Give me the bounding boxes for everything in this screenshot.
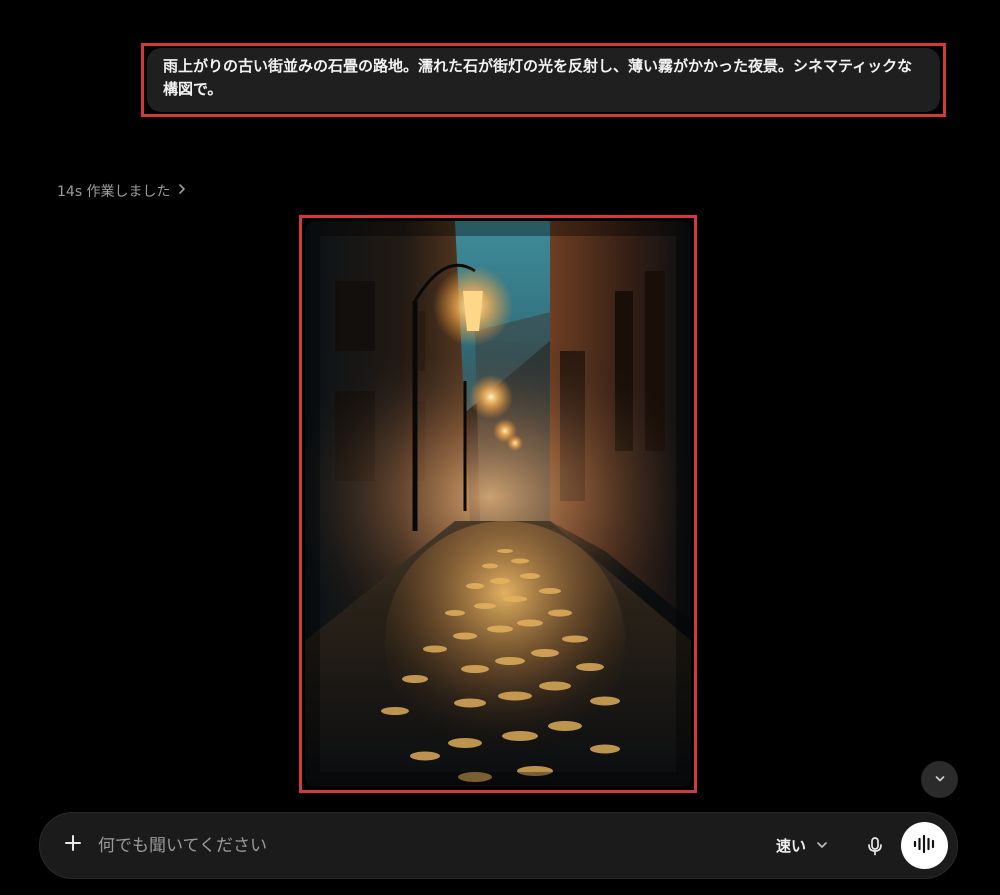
scroll-down-button[interactable] xyxy=(921,761,958,798)
attach-button[interactable] xyxy=(60,832,86,858)
voice-mode-button[interactable] xyxy=(901,822,948,869)
voice-waveform-icon xyxy=(912,833,938,859)
model-label: 速い xyxy=(776,837,807,855)
user-message-text: 雨上がりの古い街並みの石畳の路地。濡れた石が街灯の光を反射し、薄い霧がかかった夜… xyxy=(163,57,913,98)
microphone-button[interactable] xyxy=(864,835,886,857)
arrow-down-icon xyxy=(934,770,946,789)
generated-image[interactable] xyxy=(305,221,691,787)
chat-page: 雨上がりの古い街並みの石畳の路地。濡れた石が街灯の光を反射し、薄い霧がかかった夜… xyxy=(0,0,1000,895)
prompt-input[interactable] xyxy=(98,831,698,861)
chevron-down-icon xyxy=(816,837,828,855)
chevron-right-icon xyxy=(177,183,187,199)
microphone-icon xyxy=(864,837,886,861)
thinking-summary-toggle[interactable]: 14s 作業しました xyxy=(57,181,187,201)
model-selector[interactable]: 速い xyxy=(776,835,828,856)
composer: 速い xyxy=(39,812,958,879)
worked-label: 14s 作業しました xyxy=(57,184,171,200)
plus-icon xyxy=(64,834,82,856)
user-message-bubble: 雨上がりの古い街並みの石畳の路地。濡れた石が街灯の光を反射し、薄い霧がかかった夜… xyxy=(147,48,940,112)
